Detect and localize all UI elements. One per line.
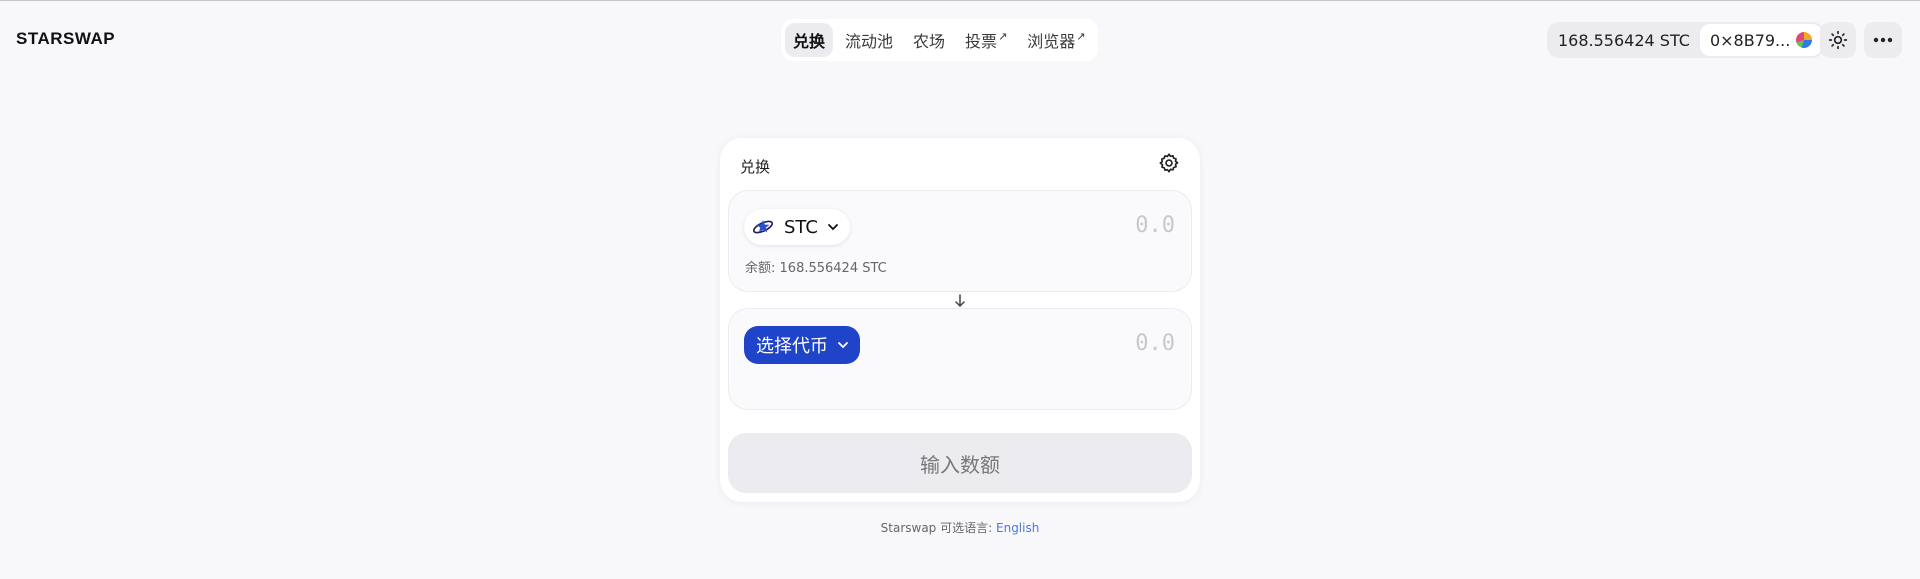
from-token-selector[interactable]: STC — [744, 209, 850, 245]
nav-item-liquidity[interactable]: 流动池 — [837, 23, 901, 57]
sun-icon — [1828, 30, 1848, 50]
swap-title: 兑换 — [740, 158, 771, 176]
gear-icon — [1159, 153, 1179, 173]
external-link-icon: ↗ — [998, 29, 1008, 43]
footer-text: Starswap 可选语言: — [880, 521, 993, 535]
select-token-label: 选择代币 — [756, 336, 828, 357]
nav-item-label: 兑换 — [793, 32, 826, 51]
more-dots-icon — [1873, 37, 1893, 43]
main-nav: 兑换 流动池 农场 投票 ↗ 浏览器 ↗ — [781, 19, 1098, 61]
to-amount-input[interactable] — [975, 331, 1175, 356]
stc-token-icon — [750, 214, 776, 240]
chevron-down-icon — [828, 224, 838, 231]
from-token-symbol: STC — [784, 216, 818, 238]
select-token-button[interactable]: 选择代币 — [744, 326, 860, 364]
enter-amount-button[interactable]: 输入数额 — [728, 433, 1192, 493]
account-widget: 168.556424 STC 0×8B79... — [1547, 22, 1825, 58]
avatar — [1796, 32, 1813, 48]
app-logo[interactable]: STARSWAP — [16, 29, 115, 49]
language-link-english[interactable]: English — [996, 521, 1039, 535]
account-address-button[interactable]: 0×8B79... — [1699, 24, 1823, 56]
settings-button[interactable] — [1158, 152, 1182, 176]
more-menu-button[interactable] — [1864, 22, 1902, 58]
nav-item-label: 投票 — [965, 32, 998, 51]
swap-direction-button[interactable] — [950, 294, 970, 308]
account-address: 0×8B79... — [1709, 30, 1791, 50]
account-balance: 168.556424 STC — [1558, 30, 1690, 50]
external-link-icon: ↗ — [1076, 29, 1086, 43]
nav-item-swap[interactable]: 兑换 — [785, 23, 834, 57]
nav-item-farm[interactable]: 农场 — [905, 23, 953, 57]
from-amount-input[interactable] — [975, 213, 1175, 238]
balance-value: 168.556424 STC — [779, 261, 887, 276]
nav-item-label: 流动池 — [845, 32, 894, 51]
to-token-panel: 选择代币 — [728, 308, 1192, 410]
nav-item-explorer[interactable]: 浏览器 ↗ — [1019, 23, 1093, 57]
from-balance: 余额: 168.556424 STC — [745, 257, 887, 276]
nav-item-vote[interactable]: 投票 ↗ — [957, 23, 1015, 57]
from-token-panel: STC 余额: 168.556424 STC — [728, 190, 1192, 292]
swap-card: 兑换 STC 余额: 168.556424 STC — [720, 138, 1200, 502]
theme-toggle-button[interactable] — [1820, 22, 1856, 58]
balance-label: 余额: — [745, 261, 776, 276]
arrow-down-icon — [955, 294, 965, 308]
nav-item-label: 农场 — [913, 32, 946, 51]
nav-item-label: 浏览器 — [1027, 32, 1076, 51]
language-footer: Starswap 可选语言: English — [0, 519, 1920, 536]
chevron-down-icon — [838, 342, 848, 349]
